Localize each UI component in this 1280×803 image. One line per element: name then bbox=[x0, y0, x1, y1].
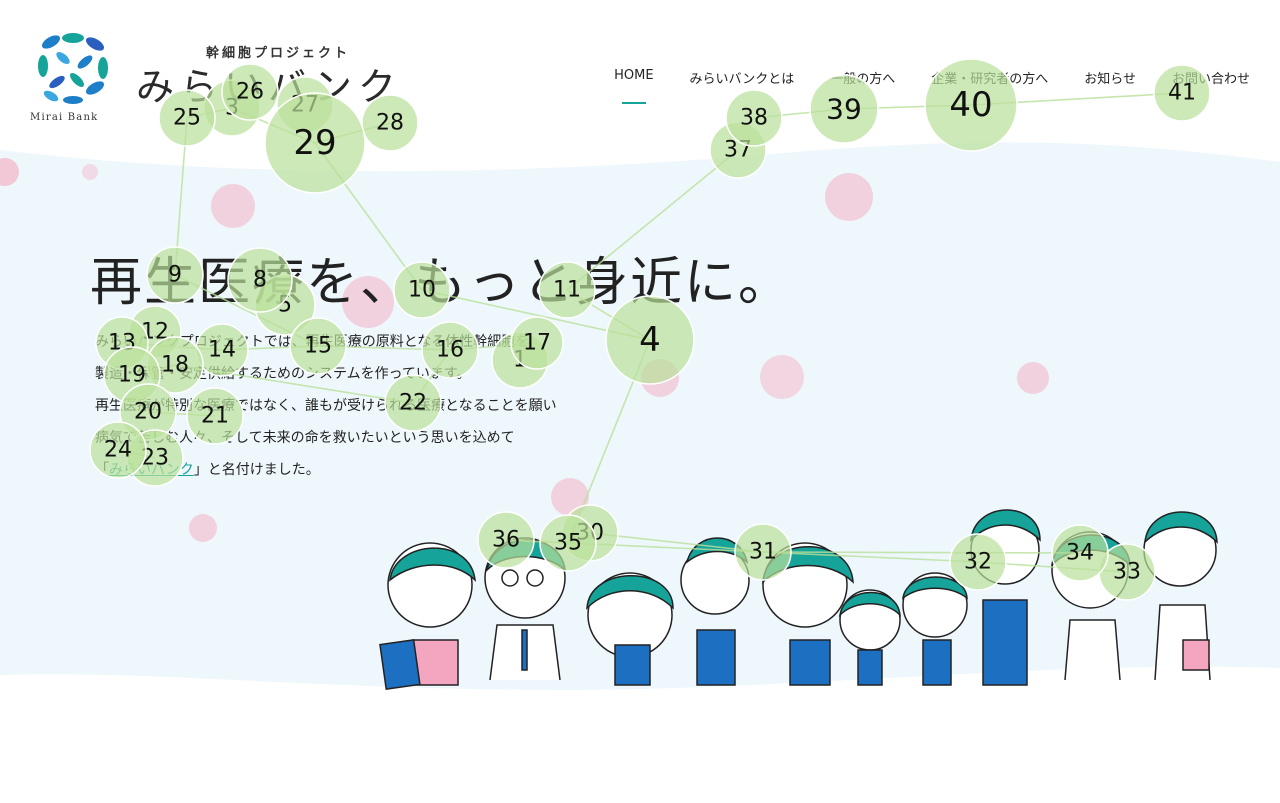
nav-researchers[interactable]: 企業・研究者の方へ bbox=[931, 68, 1048, 87]
nav-about[interactable]: みらいバンクとは bbox=[690, 68, 795, 87]
page: Mirai Bank 幹細胞プロジェクト みらいバンク HOME みらいバンクと… bbox=[0, 0, 1280, 803]
mirai-bank-link[interactable]: みらいバンク bbox=[109, 462, 194, 478]
mirai-bank-logo-icon[interactable] bbox=[33, 28, 113, 108]
brand-title[interactable]: みらいバンク bbox=[136, 56, 402, 111]
nav-news[interactable]: お知らせ bbox=[1084, 68, 1136, 87]
nav-general[interactable]: 一般の方へ bbox=[830, 68, 895, 87]
people-illustration bbox=[379, 509, 1218, 690]
nav-home[interactable]: HOME bbox=[614, 68, 654, 104]
global-nav: HOME みらいバンクとは 一般の方へ 企業・研究者の方へ お知らせ お問い合わ… bbox=[614, 68, 1250, 104]
lead-bracket-open: 「 bbox=[95, 462, 109, 478]
lead-line: 製造・保管・安定供給するためのシステムを作っています。 bbox=[95, 366, 471, 382]
lead-line: 再生医療が特別な医療ではなく、誰もが受けられる医療となることを願い bbox=[95, 398, 557, 414]
hero-headline: 再生医療を、もっと身近に。 bbox=[90, 253, 793, 313]
nav-contact[interactable]: お問い合わせ bbox=[1172, 68, 1250, 87]
lead-line: 「みらいバンク」と名付けました。 bbox=[95, 454, 557, 486]
hero-lead: みらいバンクプロジェクトでは、再生医療の原料となる体性幹細胞を 製造・保管・安定… bbox=[95, 326, 557, 486]
logo-caption: Mirai Bank bbox=[30, 112, 99, 123]
lead-line: みらいバンクプロジェクトでは、再生医療の原料となる体性幹細胞を bbox=[95, 334, 530, 350]
lead-line: 病気で苦しむ人々、そして未来の命を救いたいという思いを込めて bbox=[95, 430, 515, 446]
lead-line-end: 」と名付けました。 bbox=[193, 462, 320, 478]
